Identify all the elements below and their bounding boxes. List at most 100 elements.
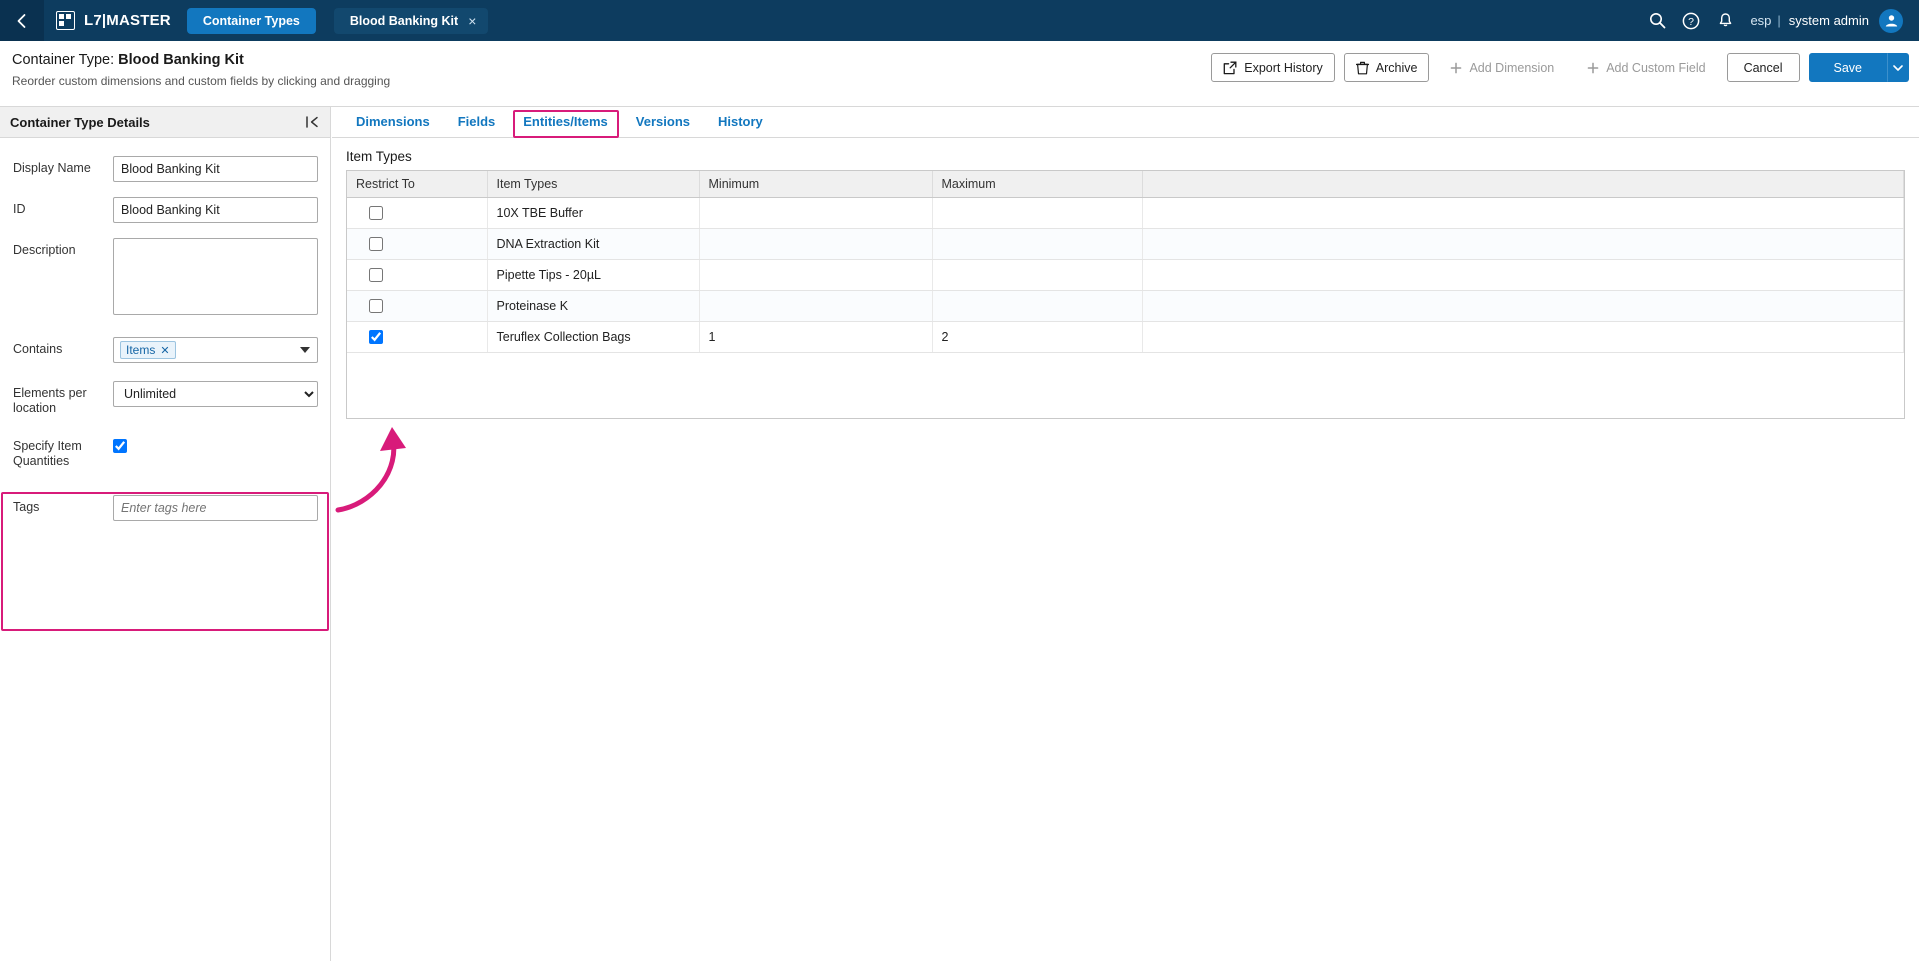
details-panel-body: Display Name ID Description Contains Ite… — [0, 138, 330, 521]
tenant-label: esp — [1750, 13, 1772, 28]
avatar[interactable] — [1879, 8, 1903, 33]
chevron-down-icon — [1893, 64, 1903, 71]
app-logo — [50, 0, 80, 41]
cell-minimum[interactable] — [699, 259, 933, 291]
tab-dimensions[interactable]: Dimensions — [342, 107, 444, 137]
external-link-icon — [1223, 61, 1237, 74]
archive-button[interactable]: Archive — [1343, 53, 1430, 82]
collapse-panel-icon — [306, 116, 318, 128]
cell-spacer — [1142, 197, 1904, 229]
tab-versions[interactable]: Versions — [622, 107, 704, 137]
collapse-panel-button[interactable] — [305, 115, 320, 129]
item-types-section-title: Item Types — [346, 149, 412, 164]
cell-item-type: 10X TBE Buffer — [487, 197, 700, 229]
nav-separator: | — [1777, 13, 1781, 28]
main-content: Dimensions Fields Entities/Items Version… — [332, 107, 1919, 961]
open-tab-blood-banking-kit[interactable]: Blood Banking Kit × — [333, 7, 489, 34]
cell-spacer — [1142, 290, 1904, 322]
cancel-button[interactable]: Cancel — [1726, 53, 1800, 82]
cell-maximum[interactable] — [932, 197, 1143, 229]
tab-fields[interactable]: Fields — [444, 107, 510, 137]
contains-tag-items[interactable]: Items ✕ — [120, 341, 176, 359]
search-button[interactable] — [1640, 0, 1674, 41]
cell-minimum[interactable] — [699, 290, 933, 322]
save-button[interactable]: Save — [1808, 53, 1887, 82]
tags-input[interactable] — [113, 495, 318, 521]
cell-maximum[interactable] — [932, 259, 1143, 291]
table-row[interactable]: DNA Extraction Kit — [347, 228, 1904, 260]
svg-text:?: ? — [1689, 16, 1695, 28]
cell-spacer — [1142, 321, 1904, 353]
contains-multiselect[interactable]: Items ✕ — [113, 337, 318, 363]
add-dimension-label: Add Dimension — [1469, 60, 1555, 75]
top-navigation-bar: L7|MASTER Container Types Blood Banking … — [0, 0, 1919, 41]
elements-per-location-select[interactable]: Unlimited — [113, 381, 318, 407]
page-subtitle: Reorder custom dimensions and custom fie… — [12, 74, 391, 88]
tab-entities-items[interactable]: Entities/Items — [509, 107, 622, 137]
open-tab-label: Blood Banking Kit — [349, 13, 459, 28]
cell-maximum[interactable] — [932, 228, 1143, 260]
id-input[interactable] — [113, 197, 318, 223]
user-name-label[interactable]: system admin — [1783, 13, 1879, 28]
restrict-to-checkbox[interactable] — [369, 206, 383, 220]
save-button-group: Save — [1808, 53, 1909, 82]
table-header: Restrict To Item Types Minimum Maximum — [347, 171, 1904, 198]
table-header-row: Restrict To Item Types Minimum Maximum — [347, 171, 1904, 198]
field-tags: Tags — [0, 495, 330, 521]
close-icon[interactable]: × — [468, 14, 476, 28]
tab-history[interactable]: History — [704, 107, 777, 137]
chevron-down-icon[interactable] — [300, 347, 310, 353]
notifications-button[interactable] — [1708, 0, 1742, 41]
restrict-to-checkbox[interactable] — [369, 237, 383, 251]
tags-label: Tags — [13, 500, 40, 514]
save-options-button[interactable] — [1887, 53, 1909, 82]
cell-restrict-to — [347, 321, 488, 353]
field-display-name: Display Name — [0, 156, 330, 182]
cell-minimum[interactable] — [699, 197, 933, 229]
trash-icon — [1355, 61, 1369, 74]
help-button[interactable]: ? — [1674, 0, 1708, 41]
content-tabs: Dimensions Fields Entities/Items Version… — [332, 107, 1919, 138]
container-type-details-panel: Container Type Details Display Name ID D… — [0, 107, 331, 961]
cell-item-type: Teruflex Collection Bags — [487, 321, 700, 353]
table-row[interactable]: Pipette Tips - 20µL — [347, 259, 1904, 291]
archive-label: Archive — [1375, 60, 1418, 75]
cell-maximum[interactable] — [932, 290, 1143, 322]
cell-item-type: Pipette Tips - 20µL — [487, 259, 700, 291]
back-button[interactable] — [0, 0, 44, 41]
column-maximum[interactable]: Maximum — [932, 171, 1143, 198]
restrict-to-checkbox[interactable] — [369, 330, 383, 344]
table-row[interactable]: Proteinase K — [347, 290, 1904, 322]
cell-spacer — [1142, 228, 1904, 260]
specify-item-quantities-checkbox[interactable] — [113, 439, 127, 453]
bell-icon — [1719, 13, 1732, 27]
column-item-types[interactable]: Item Types — [487, 171, 700, 198]
help-circle-icon: ? — [1683, 12, 1700, 29]
restrict-to-checkbox[interactable] — [369, 268, 383, 282]
table-row[interactable]: 10X TBE Buffer — [347, 197, 1904, 229]
remove-tag-icon[interactable]: ✕ — [160, 344, 169, 357]
column-minimum[interactable]: Minimum — [699, 171, 933, 198]
display-name-input[interactable] — [113, 156, 318, 182]
export-history-label: Export History — [1244, 60, 1323, 75]
details-panel-header: Container Type Details — [0, 107, 330, 138]
contains-tag-label: Items — [126, 343, 156, 357]
cell-minimum[interactable]: 1 — [699, 321, 933, 353]
user-avatar-icon — [1885, 15, 1897, 27]
column-restrict-to[interactable]: Restrict To — [347, 171, 488, 198]
description-textarea[interactable] — [113, 238, 318, 315]
nav-module-container-types[interactable]: Container Types — [186, 7, 316, 34]
cancel-label: Cancel — [1743, 60, 1783, 75]
cell-minimum[interactable] — [699, 228, 933, 260]
grid-app-icon — [55, 11, 75, 30]
table-body: 10X TBE Buffer DNA Extraction Kit Pipett… — [347, 197, 1904, 353]
search-icon — [1649, 13, 1666, 29]
cell-maximum[interactable]: 2 — [932, 321, 1143, 353]
table-row[interactable]: Teruflex Collection Bags 1 2 — [347, 321, 1904, 353]
add-custom-field-button: Add Custom Field — [1575, 53, 1717, 82]
page-title-name: Blood Banking Kit — [118, 52, 244, 68]
export-history-button[interactable]: Export History — [1211, 53, 1335, 82]
restrict-to-checkbox[interactable] — [369, 299, 383, 313]
field-contains: Contains Items ✕ — [0, 337, 330, 363]
field-specify-item-quantities: Specify Item Quantities — [0, 434, 330, 469]
